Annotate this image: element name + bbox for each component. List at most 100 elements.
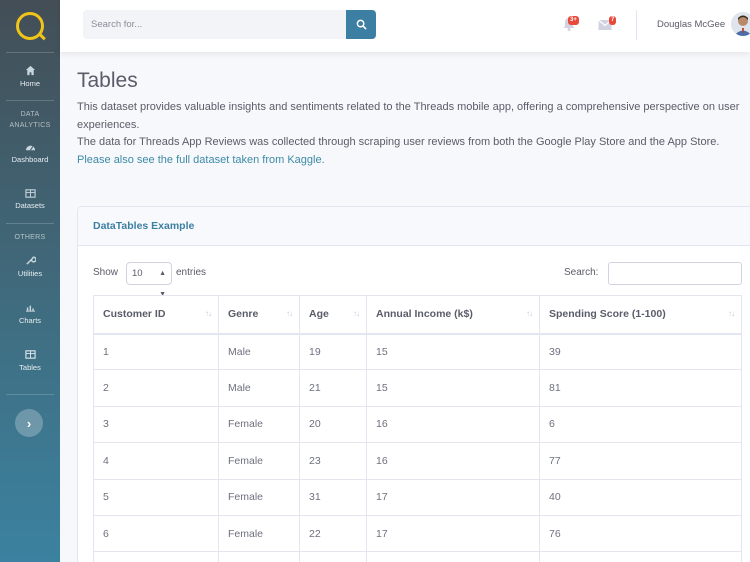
table-cell: 17 <box>366 514 540 553</box>
wrench-icon <box>24 256 36 266</box>
table-cell <box>539 551 742 562</box>
chart-icon <box>24 303 36 313</box>
card-title: DataTables Example <box>93 220 195 232</box>
user-name[interactable]: Douglas McGee <box>657 19 725 30</box>
search-input[interactable] <box>83 10 343 39</box>
table-row: 6 Female 22 17 76 <box>93 514 742 553</box>
datatable-card: DataTables Example Show 10 ▲ ▼ entries Se… <box>77 206 750 562</box>
table-row: 2 Male 21 15 81 <box>93 369 742 407</box>
table-cell: Female <box>218 405 300 444</box>
alerts-badge: 3+ <box>568 16 579 25</box>
sort-icon: ↑↓ <box>205 309 212 318</box>
table-controls: Show 10 ▲ ▼ entries Search: <box>93 262 750 298</box>
table-cell: 77 <box>539 442 742 480</box>
sidebar-toggle-button[interactable]: › <box>15 409 43 437</box>
table-cell: 21 <box>299 369 367 407</box>
table-row: 4 Female 23 16 77 <box>93 442 742 480</box>
column-header-age[interactable]: Age ↑↓ <box>299 295 367 335</box>
topbar: 3+ 7 Douglas McGee <box>60 0 750 52</box>
page-title: Tables <box>77 69 138 92</box>
sidebar-divider <box>6 394 54 395</box>
column-header-label: Genre <box>228 308 259 321</box>
sort-icon: ↑↓ <box>526 309 533 318</box>
table-cell: 15 <box>366 369 540 407</box>
table-cell: 6 <box>93 514 219 553</box>
table-cell: Male <box>218 369 300 407</box>
table-icon <box>24 188 36 198</box>
table-cell <box>299 551 367 562</box>
home-icon <box>24 65 36 76</box>
entries-select[interactable]: 10 ▲ ▼ <box>126 262 172 298</box>
column-header-label: Age <box>309 308 329 321</box>
brand-logo[interactable] <box>0 0 60 52</box>
main-content: Tables This dataset provides valuable in… <box>60 52 750 562</box>
sidebar-item-label: Utilities <box>17 268 43 278</box>
table-cell: 22 <box>299 514 367 553</box>
sidebar-item-dashboard[interactable]: Dashboard <box>0 131 60 175</box>
sidebar-item-label: Home <box>19 78 40 88</box>
show-label: Show <box>93 267 119 278</box>
table-cell: Female <box>218 478 300 516</box>
sidebar-item-label: Dashboard <box>11 155 49 164</box>
dashboard-icon <box>24 142 36 152</box>
table-cell: 6 <box>539 405 742 444</box>
table-cell: Female <box>218 514 300 553</box>
sidebar-heading-others: OTHERS <box>14 234 46 241</box>
search-button[interactable] <box>346 10 376 39</box>
sort-icon: ↑↓ <box>286 309 293 318</box>
table-cell: 76 <box>539 514 742 553</box>
sidebar-heading-data-analytics: DATA ANALYTICS <box>9 111 51 129</box>
sort-icon: ↑↓ <box>728 309 735 318</box>
table-row: 5 Female 31 17 40 <box>93 478 742 516</box>
table-cell: 2 <box>93 369 219 407</box>
data-table: Customer ID ↑↓ Genre ↑↓ Age ↑↓ Annual Incom… <box>93 295 742 562</box>
table-cell: 16 <box>366 442 540 480</box>
table-icon <box>24 350 36 360</box>
column-header-annual-income[interactable]: Annual Income (k$) ↑↓ <box>366 295 540 335</box>
table-cell: 17 <box>366 478 540 516</box>
sidebar-item-label: Datasets <box>15 201 45 210</box>
table-cell: 16 <box>366 405 540 444</box>
sidebar-item-charts[interactable]: Charts <box>0 290 60 337</box>
column-header-genre[interactable]: Genre ↑↓ <box>218 295 300 335</box>
search-icon <box>356 19 367 30</box>
sidebar-item-datasets[interactable]: Datasets <box>0 175 60 223</box>
sort-icon: ↑↓ <box>353 309 360 318</box>
sidebar-item-utilities[interactable]: Utilities <box>0 243 60 290</box>
avatar[interactable] <box>731 12 750 36</box>
table-cell: 15 <box>366 332 540 371</box>
table-row: 1 Male 19 15 39 <box>93 332 742 371</box>
table-cell: 1 <box>93 332 219 371</box>
table-cell: 20 <box>299 405 367 444</box>
column-header-spending-score[interactable]: Spending Score (1-100) ↑↓ <box>539 295 742 335</box>
table-cell: Male <box>218 332 300 371</box>
table-row: 3 Female 20 16 6 <box>93 405 742 444</box>
sidebar-item-tables[interactable]: Tables <box>0 337 60 384</box>
table-cell: 31 <box>299 478 367 516</box>
table-cell: 23 <box>299 442 367 480</box>
description-paragraph-1: This dataset provides valuable insights … <box>77 101 740 131</box>
description-paragraph-2: The data for Threads App Reviews was col… <box>77 136 720 148</box>
table-cell <box>218 551 300 562</box>
table-cell <box>366 551 540 562</box>
table-cell: Female <box>218 442 300 480</box>
table-cell: 81 <box>539 369 742 407</box>
page-description: This dataset provides valuable insights … <box>77 99 750 169</box>
table-row <box>93 551 742 562</box>
column-header-customer-id[interactable]: Customer ID ↑↓ <box>93 295 219 335</box>
search-box <box>83 10 376 39</box>
table-cell: 4 <box>93 442 219 480</box>
table-search-label: Search: <box>564 267 599 278</box>
sidebar-item-home[interactable]: Home <box>0 53 60 100</box>
kaggle-dataset-link[interactable]: Please also see the full dataset taken f… <box>77 154 325 166</box>
column-header-label: Customer ID <box>103 308 166 321</box>
table-cell: 5 <box>93 478 219 516</box>
column-header-label: Spending Score (1-100) <box>549 308 666 321</box>
table-search-input[interactable] <box>608 262 742 285</box>
table-cell: 3 <box>93 405 219 444</box>
sidebar-item-label: Tables <box>19 362 41 372</box>
entries-label: entries <box>176 267 207 278</box>
column-header-label: Annual Income (k$) <box>376 308 473 321</box>
chevron-right-icon: › <box>26 415 32 431</box>
table-cell: 19 <box>299 332 367 371</box>
